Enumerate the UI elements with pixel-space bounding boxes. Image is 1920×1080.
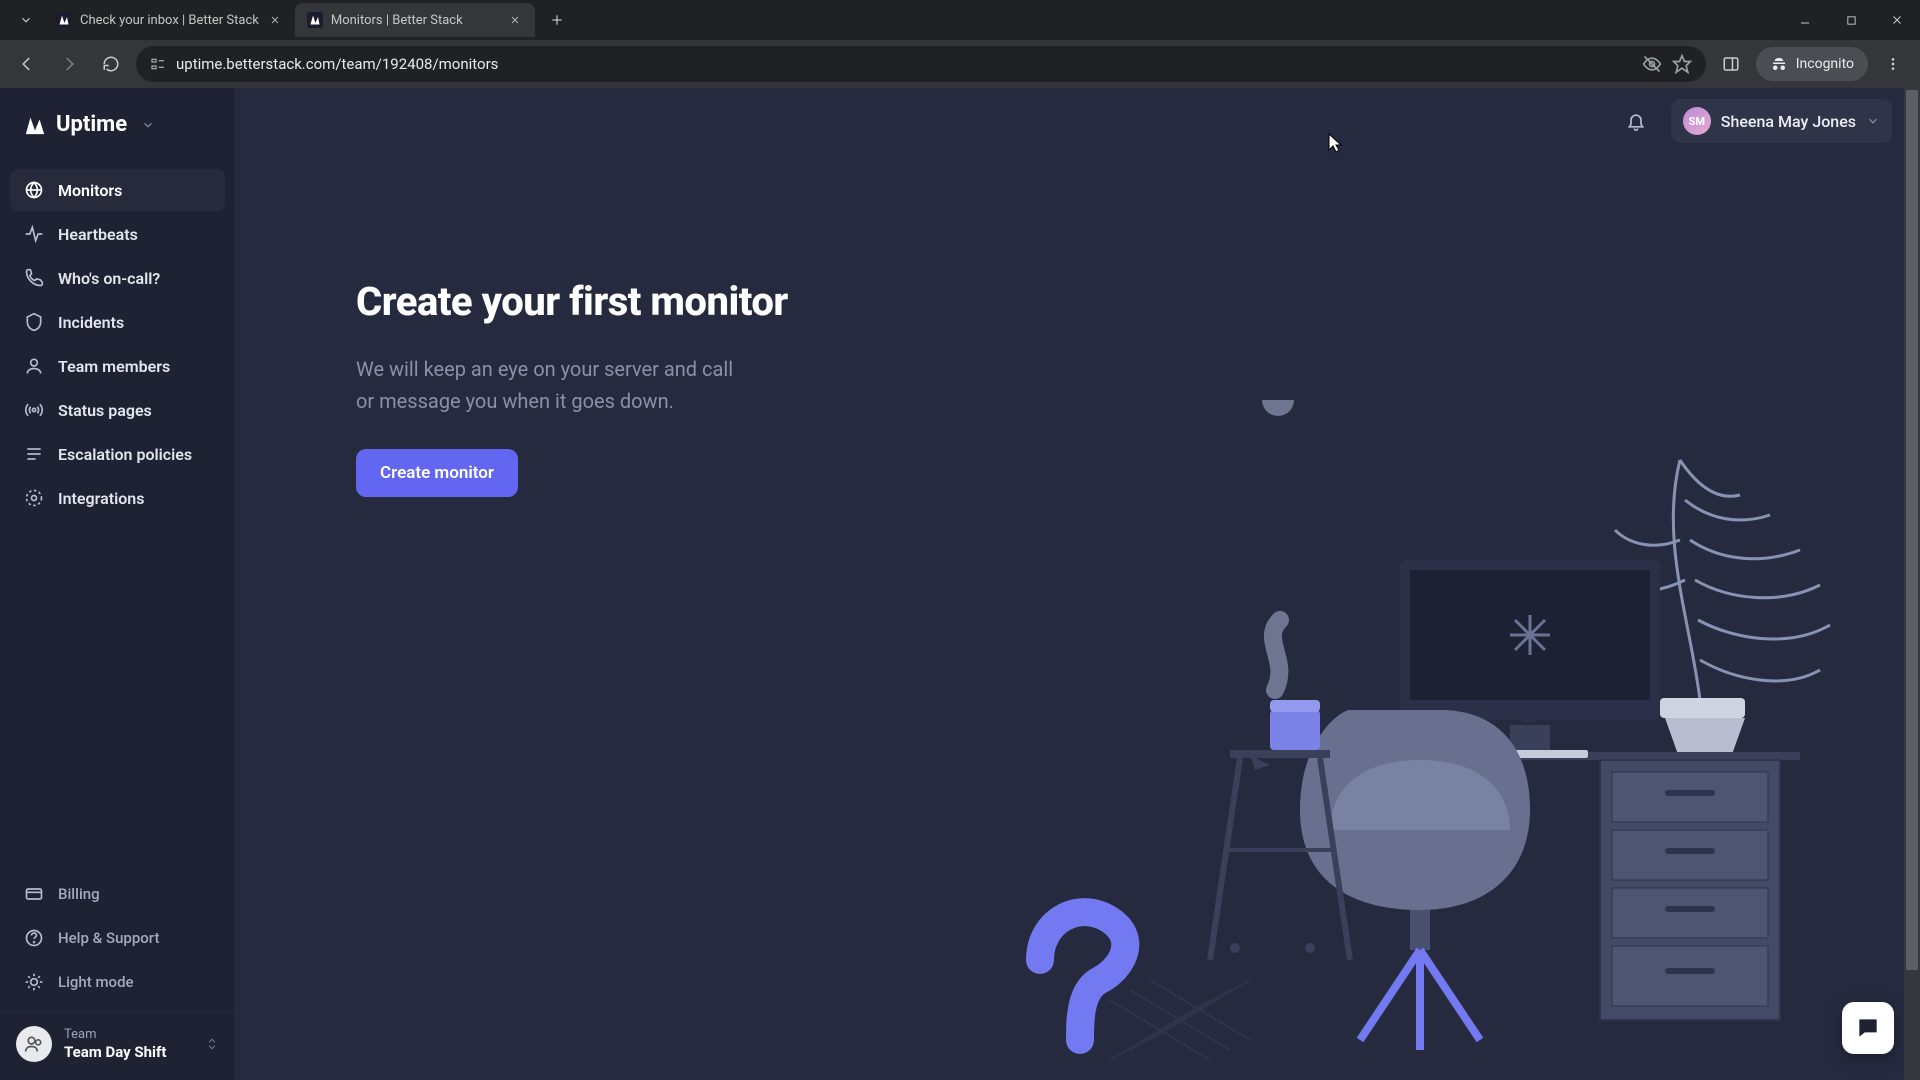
tab-title: Monitors | Better Stack [331, 13, 499, 28]
nav-integrations[interactable]: Integrations [10, 477, 225, 519]
user-menu[interactable]: SM Sheena May Jones [1671, 99, 1892, 143]
team-avatar-icon [16, 1026, 52, 1062]
url-text: uptime.betterstack.com/team/192408/monit… [176, 55, 1632, 73]
page-title: Create your first monitor [356, 278, 788, 325]
bell-icon [1626, 111, 1646, 131]
brand-name: Uptime [56, 112, 127, 137]
primary-nav: Monitors Heartbeats Who's on-call? Incid… [0, 161, 235, 527]
notifications-button[interactable] [1619, 104, 1653, 138]
nav-label: Who's on-call? [58, 269, 160, 288]
empty-state: Create your first monitor We will keep a… [356, 278, 788, 497]
nav-light-mode[interactable]: Light mode [10, 961, 225, 1003]
window-controls [1782, 0, 1920, 40]
nav-label: Monitors [58, 181, 122, 200]
favicon-icon [56, 12, 72, 28]
main-content: SM Sheena May Jones Create your first mo… [236, 88, 1920, 1080]
page-scrollbar[interactable] [1904, 88, 1920, 1080]
app-root: Uptime Monitors Heartbeats Who's on-call… [0, 88, 1920, 1080]
tab-search-button[interactable] [8, 4, 44, 36]
globe-icon [24, 180, 44, 200]
chevron-down-icon [141, 118, 155, 132]
user-icon [24, 356, 44, 376]
nav-label: Integrations [58, 489, 144, 508]
help-icon [24, 928, 44, 948]
team-switcher[interactable]: Team Team Day Shift [0, 1011, 235, 1080]
address-bar: uptime.betterstack.com/team/192408/monit… [0, 40, 1920, 88]
chevron-down-icon [1866, 114, 1880, 128]
list-icon [24, 444, 44, 464]
nav-label: Incidents [58, 313, 124, 332]
user-name: Sheena May Jones [1721, 112, 1856, 131]
nav-status-pages[interactable]: Status pages [10, 389, 225, 431]
incognito-indicator[interactable]: Incognito [1756, 47, 1868, 81]
team-header-label: Team [64, 1027, 166, 1043]
tab-close-button[interactable] [507, 12, 523, 28]
shield-icon [24, 312, 44, 332]
back-button[interactable] [10, 47, 44, 81]
nav-label: Status pages [58, 401, 152, 420]
chat-icon [1855, 1015, 1881, 1041]
team-name: Team Day Shift [64, 1043, 166, 1061]
gear-ring-icon [24, 488, 44, 508]
brand-logo-icon [24, 114, 46, 136]
side-panel-button[interactable] [1714, 47, 1748, 81]
nav-label: Light mode [58, 973, 134, 991]
chat-widget-button[interactable] [1842, 1002, 1894, 1054]
nav-label: Escalation policies [58, 445, 192, 464]
desk-illustration [1000, 400, 1860, 1080]
nav-help[interactable]: Help & Support [10, 917, 225, 959]
nav-label: Help & Support [58, 929, 159, 947]
sun-icon [24, 972, 44, 992]
nav-heartbeats[interactable]: Heartbeats [10, 213, 225, 255]
tab-active[interactable]: Monitors | Better Stack [295, 3, 535, 37]
topbar: SM Sheena May Jones [236, 88, 1920, 154]
nav-label: Billing [58, 885, 100, 903]
credit-card-icon [24, 884, 44, 904]
bookmark-star-icon[interactable] [1672, 54, 1692, 74]
chevron-up-down-icon [205, 1035, 219, 1053]
favicon-icon [307, 12, 323, 28]
tab-strip: Check your inbox | Better Stack Monitors… [0, 0, 1920, 40]
tab-title: Check your inbox | Better Stack [80, 13, 259, 28]
page-subtitle: We will keep an eye on your server and c… [356, 353, 736, 417]
incognito-icon [1770, 55, 1788, 73]
create-monitor-button[interactable]: Create monitor [356, 449, 518, 497]
incognito-label: Incognito [1796, 56, 1854, 72]
new-tab-button[interactable] [543, 6, 571, 34]
site-settings-icon [150, 56, 166, 72]
nav-team-members[interactable]: Team members [10, 345, 225, 387]
nav-billing[interactable]: Billing [10, 873, 225, 915]
window-minimize-button[interactable] [1782, 0, 1828, 40]
window-close-button[interactable] [1874, 0, 1920, 40]
secondary-nav: Billing Help & Support Light mode [0, 865, 235, 1011]
reload-button[interactable] [94, 47, 128, 81]
team-texts: Team Team Day Shift [64, 1027, 166, 1061]
forward-button[interactable] [52, 47, 86, 81]
nav-label: Heartbeats [58, 225, 138, 244]
window-maximize-button[interactable] [1828, 0, 1874, 40]
nav-monitors[interactable]: Monitors [10, 169, 225, 211]
browser-chrome: Check your inbox | Better Stack Monitors… [0, 0, 1920, 88]
url-field[interactable]: uptime.betterstack.com/team/192408/monit… [136, 46, 1706, 82]
sidebar: Uptime Monitors Heartbeats Who's on-call… [0, 88, 236, 1080]
tab-close-button[interactable] [267, 12, 283, 28]
tab-inactive[interactable]: Check your inbox | Better Stack [44, 3, 295, 37]
browser-menu-button[interactable] [1876, 47, 1910, 81]
phone-icon [24, 268, 44, 288]
nav-escalation-policies[interactable]: Escalation policies [10, 433, 225, 475]
user-avatar: SM [1683, 107, 1711, 135]
nav-label: Team members [58, 357, 170, 376]
scrollbar-thumb[interactable] [1906, 90, 1918, 970]
nav-incidents[interactable]: Incidents [10, 301, 225, 343]
eye-off-icon[interactable] [1642, 54, 1662, 74]
brand-switcher[interactable]: Uptime [0, 106, 235, 161]
nav-on-call[interactable]: Who's on-call? [10, 257, 225, 299]
broadcast-icon [24, 400, 44, 420]
activity-icon [24, 224, 44, 244]
